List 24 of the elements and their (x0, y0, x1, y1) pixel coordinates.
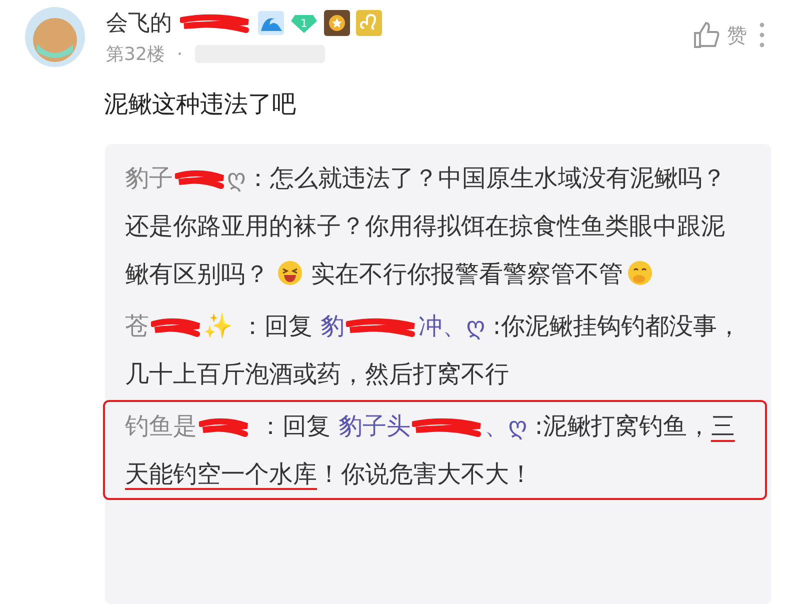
separator: · (176, 44, 183, 64)
medal-icon (324, 10, 350, 36)
username[interactable]: 会飞的 (106, 8, 172, 38)
like-button[interactable]: 赞 (691, 20, 747, 50)
reply-author-link[interactable]: 苍 (125, 312, 149, 340)
reply-text: 豹子 ღ：怎么就违法了？中国原生水域没有泥鳅吗？还是你路亚用的袜子？你用得拟饵在掠食性鱼类眼中跟泥鳅有区别吗？ 实在不行你报警看警察管不管 (125, 163, 727, 290)
mention-link[interactable]: 豹子头 (338, 412, 410, 440)
laughing-emoji-icon (277, 260, 303, 286)
comment-text: 泥鳅这种违法了吧 (104, 89, 297, 120)
covering-mouth-emoji-icon (627, 260, 653, 286)
zodiac-icon (356, 10, 382, 36)
reply-author-link[interactable]: 钓鱼是 (125, 412, 197, 440)
mention-link[interactable]: 豹 (320, 312, 344, 340)
avatar[interactable] (24, 6, 86, 68)
reply-text: 钓鱼是 ：回复 豹子头 、ღ :泥鳅打窝钓鱼，三天能钓空一个水库！你说危害大不大！ (125, 411, 736, 490)
reply-text: 苍 ✨ ：回复 豹 冲、ღ :你泥鳅挂钩钓都没事，几十上百斤泡酒或药，然后打窝不行 (125, 311, 742, 390)
reply-author-link[interactable]: 豹子 (125, 164, 173, 192)
more-icon[interactable] (759, 22, 765, 48)
mention-link[interactable]: 、ღ (484, 412, 528, 440)
floor-number: 第32楼 (106, 43, 165, 66)
mention-link[interactable]: 冲、ღ (418, 312, 486, 340)
redaction-scribble (346, 316, 416, 338)
redaction-scribble (412, 416, 482, 438)
wave-icon (258, 11, 284, 35)
